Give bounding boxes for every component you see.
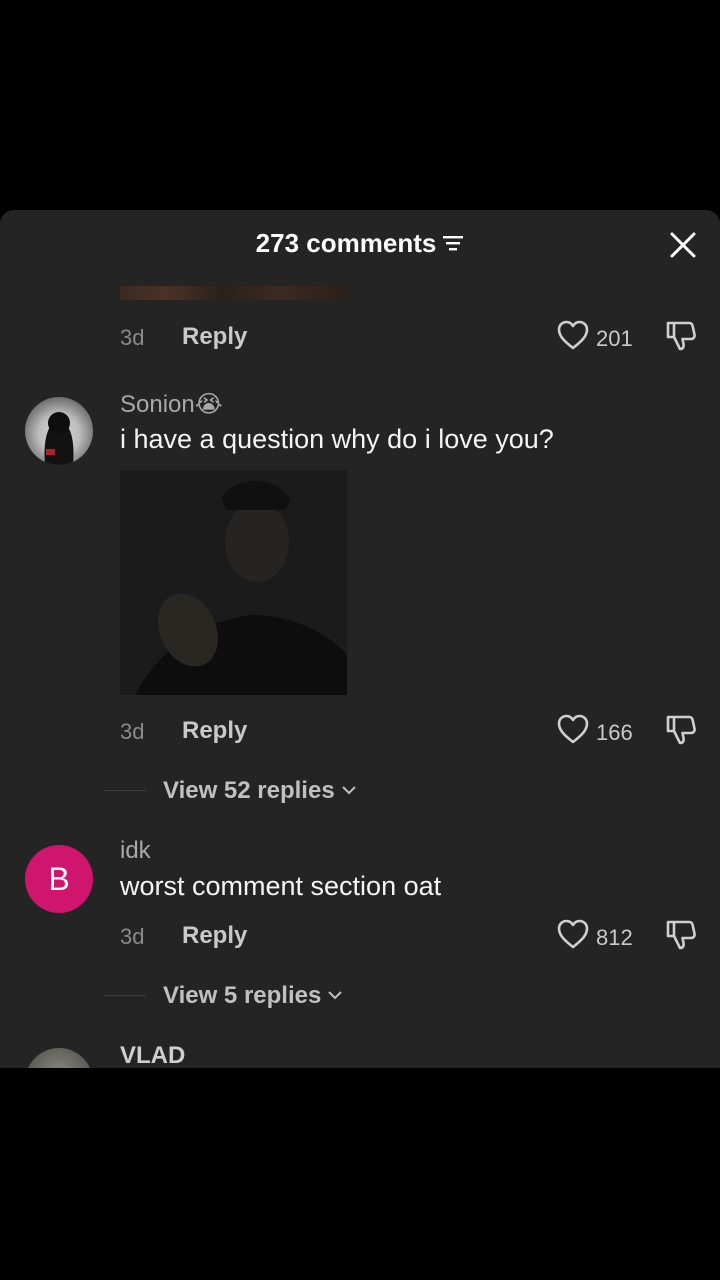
avatar-image xyxy=(44,412,74,465)
reply-button[interactable]: Reply xyxy=(182,922,247,950)
comment-actions-row: 3d Reply 201 xyxy=(120,317,700,353)
comment-media-thumbnail[interactable] xyxy=(120,286,348,300)
comment-text: i have a question why do i love you? xyxy=(120,424,554,454)
comment-actions-row: 3d Reply 812 xyxy=(120,916,700,952)
reply-button[interactable]: Reply xyxy=(182,717,247,745)
comment-timestamp: 3d xyxy=(120,325,145,350)
heart-icon xyxy=(557,714,589,744)
comments-count-title: 273 comments xyxy=(255,228,437,258)
reply-button[interactable]: Reply xyxy=(182,323,247,351)
view-replies-label: View 52 replies xyxy=(163,777,335,804)
comments-title-group[interactable]: 273 comments xyxy=(0,228,720,259)
avatar[interactable] xyxy=(25,1048,93,1068)
view-replies-label: View 5 replies xyxy=(163,982,322,1009)
like-count: 812 xyxy=(596,925,633,950)
like-count: 166 xyxy=(596,720,633,745)
close-icon[interactable] xyxy=(668,230,698,260)
avatar[interactable]: B xyxy=(25,845,93,913)
comment-media-image[interactable] xyxy=(120,470,347,695)
like-count: 201 xyxy=(596,326,633,351)
comment-timestamp: 3d xyxy=(120,924,145,949)
comment-timestamp: 3d xyxy=(120,719,145,744)
dislike-icon[interactable] xyxy=(664,319,698,351)
comment-username[interactable]: Sonion😭 xyxy=(120,390,223,419)
comment-text: worst comment section oat xyxy=(120,871,442,901)
filter-icon[interactable] xyxy=(442,234,464,252)
dislike-icon[interactable] xyxy=(664,713,698,745)
view-replies-label-group: View 52 replies xyxy=(163,777,357,805)
comments-sheet: 273 comments 3d Reply 201 Sonion😭 i have… xyxy=(0,210,720,1068)
dislike-icon[interactable] xyxy=(664,918,698,950)
comment-username[interactable]: VLAD xyxy=(120,1042,185,1068)
reply-thread-line xyxy=(104,995,146,996)
comment-photo xyxy=(120,470,347,695)
chevron-down-icon xyxy=(341,785,356,795)
comment-username[interactable]: idk xyxy=(120,837,151,865)
comments-header: 273 comments xyxy=(0,210,720,278)
heart-icon xyxy=(557,919,589,949)
avatar[interactable] xyxy=(25,397,93,465)
reply-thread-line xyxy=(104,790,146,791)
comment-actions-row: 3d Reply 166 xyxy=(120,711,700,747)
chevron-down-icon xyxy=(328,990,343,1000)
heart-icon xyxy=(557,320,589,350)
view-replies-label-group: View 5 replies xyxy=(163,982,343,1010)
